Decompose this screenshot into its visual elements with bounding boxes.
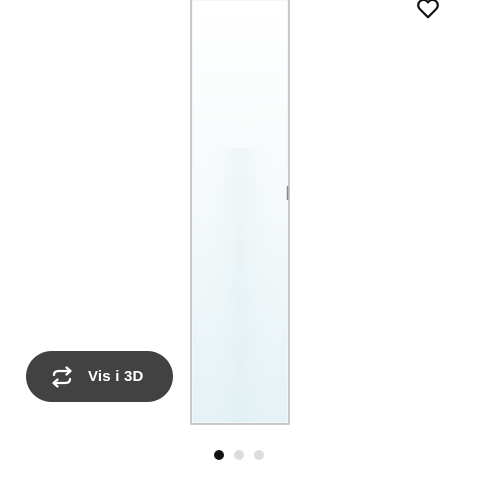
favorite-button[interactable] (414, 0, 442, 22)
product-gallery: Vis i 3D (0, 0, 480, 480)
product-image[interactable] (190, 0, 290, 425)
carousel-indicator (214, 450, 264, 460)
view-in-3d-label: Vis i 3D (88, 368, 144, 385)
rotate-360-icon (48, 365, 76, 389)
heart-outline-icon (417, 0, 439, 19)
view-in-3d-button[interactable]: Vis i 3D (26, 351, 173, 402)
carousel-dot-1[interactable] (214, 450, 224, 460)
carousel-dot-2[interactable] (234, 450, 244, 460)
carousel-dot-3[interactable] (254, 450, 264, 460)
